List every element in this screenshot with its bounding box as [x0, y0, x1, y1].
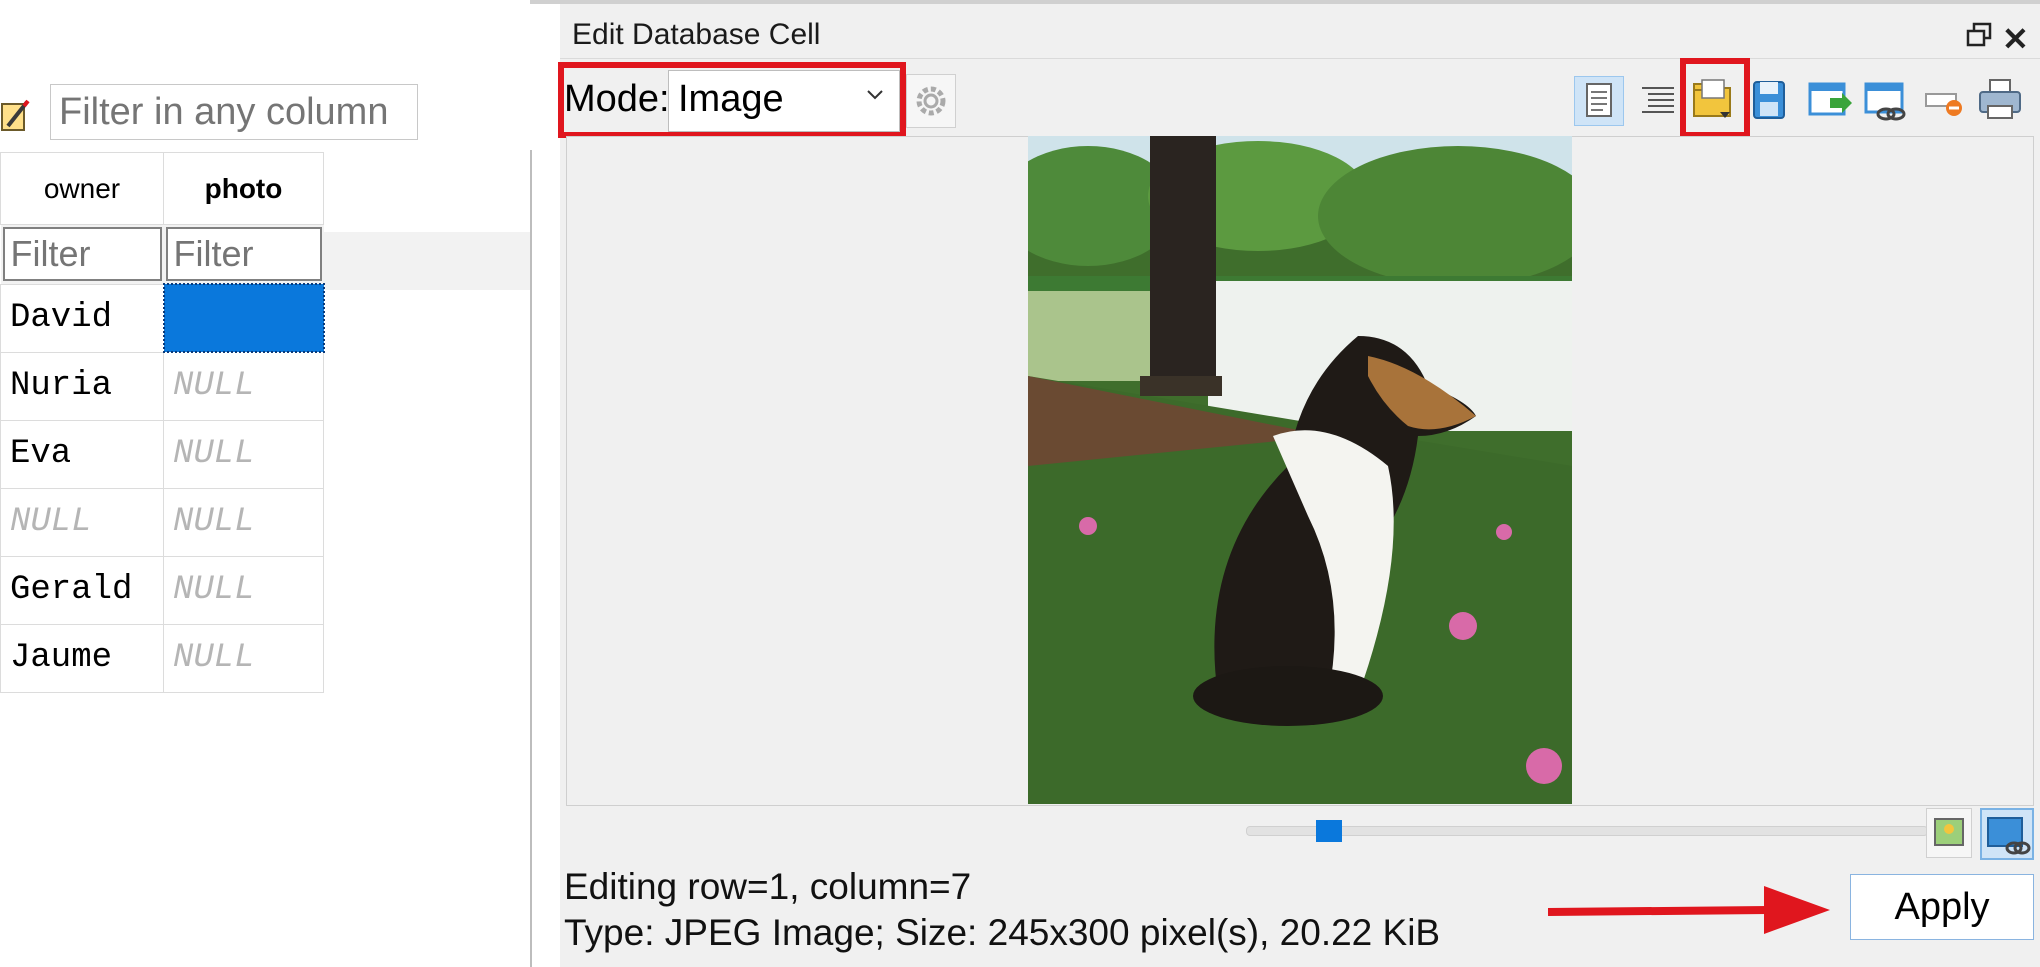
fit-image-icon [1934, 818, 1964, 846]
zoom-image-icon [1987, 817, 2031, 855]
owner-cell[interactable]: Jaume [0, 623, 164, 693]
export-to-file-button[interactable] [1746, 76, 1796, 126]
photo-cell[interactable]: NULL [163, 419, 324, 489]
table-row[interactable]: NULL NULL [0, 487, 324, 557]
panel-title: Edit Database Cell [572, 18, 821, 51]
edit-icon[interactable] [0, 98, 30, 134]
editing-position-status: Editing row=1, column=7 [564, 866, 972, 907]
auto-format-button[interactable] [1634, 76, 1684, 126]
apply-button[interactable]: Apply [1850, 874, 2034, 940]
photo-cell-selected[interactable] [162, 283, 325, 353]
owner-cell[interactable]: Eva [0, 419, 164, 489]
table-row[interactable]: Jaume NULL [0, 623, 324, 693]
photo-cell[interactable]: NULL [163, 351, 324, 421]
zoom-image-button[interactable] [1980, 808, 2034, 860]
owner-cell[interactable]: Nuria [0, 351, 164, 421]
photo-cell[interactable]: NULL [163, 555, 324, 625]
export-to-file-and-open-button[interactable] [1806, 76, 1856, 126]
owner-cell[interactable]: Gerald [0, 555, 164, 625]
filter-any-column-input[interactable] [50, 84, 418, 140]
export-file-icon [1808, 82, 1852, 116]
owner-filter-input[interactable] [2, 227, 162, 282]
set-null-button[interactable] [1920, 76, 1970, 126]
text-mode-icon [1586, 83, 1612, 117]
photo-cell[interactable]: NULL [163, 487, 324, 557]
export-icon [1753, 81, 1785, 119]
close-icon[interactable]: ✕ [2002, 20, 2029, 58]
photo-filter-input[interactable] [165, 227, 322, 281]
filter-row-background [323, 232, 530, 290]
table-row[interactable]: David [0, 283, 325, 353]
dog-photo [1028, 136, 1572, 804]
link-icon [1864, 82, 1906, 121]
print-icon [1979, 79, 2021, 119]
link-file-button[interactable] [1862, 76, 1912, 126]
gear-icon [916, 86, 946, 116]
cell-type-status: Type: JPEG Image; Size: 245x300 pixel(s)… [564, 912, 1441, 953]
column-header-owner[interactable]: owner [0, 152, 164, 225]
table-row[interactable]: Nuria NULL [0, 351, 324, 421]
pane-splitter[interactable] [530, 150, 532, 967]
table-row[interactable]: Gerald NULL [0, 555, 324, 625]
column-header-photo[interactable]: photo [163, 152, 324, 225]
zoom-slider-handle[interactable] [1316, 820, 1342, 842]
header-row: owner photo [0, 152, 324, 225]
table-row[interactable]: Eva NULL [0, 419, 324, 489]
fit-image-button[interactable] [1926, 808, 1972, 858]
red-arrow-annotation [1548, 886, 1830, 934]
text-mode-button[interactable] [1574, 76, 1624, 126]
float-icon[interactable] [1966, 22, 1992, 48]
photo-cell[interactable]: NULL [163, 623, 324, 693]
zoom-slider[interactable] [1246, 826, 1928, 836]
import-highlight-box [1680, 58, 1750, 138]
format-icon [1642, 87, 1674, 113]
owner-cell[interactable]: David [0, 283, 164, 353]
mode-highlight-box [558, 62, 906, 138]
owner-cell[interactable]: NULL [0, 487, 164, 557]
mode-settings-button[interactable] [906, 74, 956, 128]
data-grid: owner photo David Nuria NULL Eva NULL NU… [0, 152, 325, 693]
print-button[interactable] [1976, 76, 2026, 126]
set-null-icon [1925, 93, 1962, 116]
filter-row [0, 224, 324, 284]
